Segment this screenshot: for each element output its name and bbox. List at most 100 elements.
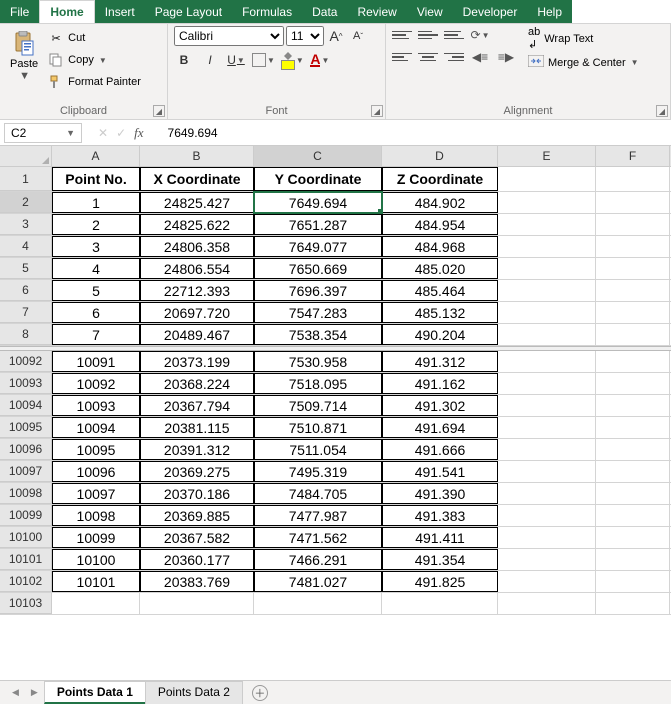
cell-E10096[interactable] (498, 439, 596, 460)
merge-center-button[interactable]: Merge & Center ▼ (528, 55, 639, 70)
cell-F10100[interactable] (596, 527, 670, 548)
cell-F3[interactable] (596, 214, 670, 235)
cell-F4[interactable] (596, 236, 670, 257)
font-size-select[interactable]: 11 (286, 26, 324, 46)
cell-D5[interactable]: 485.020 (382, 258, 498, 279)
cell-C8[interactable]: 7538.354 (254, 324, 382, 345)
fill-color-button[interactable]: ▼ (281, 50, 304, 70)
cell-C2[interactable]: 7649.694 (254, 192, 382, 213)
cell-E5[interactable] (498, 258, 596, 279)
cell-F10101[interactable] (596, 549, 670, 570)
cell-C10097[interactable]: 7495.319 (254, 461, 382, 482)
cell-D10097[interactable]: 491.541 (382, 461, 498, 482)
col-header-D[interactable]: D (382, 146, 498, 166)
cell-A8[interactable]: 7 (52, 324, 140, 345)
cell-E10095[interactable] (498, 417, 596, 438)
cell-F10095[interactable] (596, 417, 670, 438)
menu-tab-help[interactable]: Help (527, 0, 572, 23)
row-header[interactable]: 10098 (0, 483, 52, 504)
cell-E7[interactable] (498, 302, 596, 323)
cell-C1[interactable]: Y Coordinate (254, 167, 382, 191)
cell-B10094[interactable]: 20367.794 (140, 395, 254, 416)
cell-C5[interactable]: 7650.669 (254, 258, 382, 279)
menu-tab-insert[interactable]: Insert (95, 0, 145, 23)
row-header[interactable]: 6 (0, 280, 52, 301)
cell-A1[interactable]: Point No. (52, 167, 140, 191)
cell-F10096[interactable] (596, 439, 670, 460)
cell-D10099[interactable]: 491.383 (382, 505, 498, 526)
cell-B2[interactable]: 24825.427 (140, 192, 254, 213)
cell-B10101[interactable]: 20360.177 (140, 549, 254, 570)
cell-E10103[interactable] (498, 593, 596, 614)
menu-tab-file[interactable]: File (0, 0, 39, 23)
cell-C10092[interactable]: 7530.958 (254, 351, 382, 372)
row-header[interactable]: 10097 (0, 461, 52, 482)
cell-E10102[interactable] (498, 571, 596, 592)
cell-F1[interactable] (596, 167, 670, 191)
menu-tab-developer[interactable]: Developer (453, 0, 528, 23)
cell-D10095[interactable]: 491.694 (382, 417, 498, 438)
cell-B10100[interactable]: 20367.582 (140, 527, 254, 548)
cell-E1[interactable] (498, 167, 596, 191)
cell-B10102[interactable]: 20383.769 (140, 571, 254, 592)
cell-F5[interactable] (596, 258, 670, 279)
cell-C10093[interactable]: 7518.095 (254, 373, 382, 394)
cell-E10093[interactable] (498, 373, 596, 394)
cell-D6[interactable]: 485.464 (382, 280, 498, 301)
increase-font-button[interactable]: A^ (326, 26, 346, 46)
cell-A10095[interactable]: 10094 (52, 417, 140, 438)
cell-A10097[interactable]: 10096 (52, 461, 140, 482)
cell-C10102[interactable]: 7481.027 (254, 571, 382, 592)
cell-B10098[interactable]: 20370.186 (140, 483, 254, 504)
enter-formula-icon[interactable]: ✓ (116, 126, 126, 140)
cell-C10101[interactable]: 7466.291 (254, 549, 382, 570)
row-header[interactable]: 10094 (0, 395, 52, 416)
cell-C3[interactable]: 7651.287 (254, 214, 382, 235)
cell-B5[interactable]: 24806.554 (140, 258, 254, 279)
cell-B4[interactable]: 24806.358 (140, 236, 254, 257)
borders-button[interactable]: ▼ (252, 50, 275, 70)
cell-A10094[interactable]: 10093 (52, 395, 140, 416)
align-right-button[interactable] (444, 48, 464, 66)
cell-E10092[interactable] (498, 351, 596, 372)
cell-A5[interactable]: 4 (52, 258, 140, 279)
cell-F10098[interactable] (596, 483, 670, 504)
cell-F2[interactable] (596, 192, 670, 213)
col-header-B[interactable]: B (140, 146, 254, 166)
cell-C10100[interactable]: 7471.562 (254, 527, 382, 548)
row-header[interactable]: 10103 (0, 593, 52, 614)
cell-A10092[interactable]: 10091 (52, 351, 140, 372)
cell-D4[interactable]: 484.968 (382, 236, 498, 257)
orientation-button[interactable]: ⟳▼ (470, 26, 490, 44)
align-bottom-button[interactable] (444, 26, 464, 44)
cell-E10098[interactable] (498, 483, 596, 504)
cell-C4[interactable]: 7649.077 (254, 236, 382, 257)
format-painter-button[interactable]: Format Painter (46, 72, 143, 92)
cell-A10099[interactable]: 10098 (52, 505, 140, 526)
cell-B10092[interactable]: 20373.199 (140, 351, 254, 372)
align-left-button[interactable] (392, 48, 412, 66)
cell-B6[interactable]: 22712.393 (140, 280, 254, 301)
wrap-text-button[interactable]: ab↲ Wrap Text (528, 26, 639, 51)
paste-button[interactable]: Paste ▼ (6, 26, 42, 103)
cell-D8[interactable]: 490.204 (382, 324, 498, 345)
formula-input[interactable] (160, 126, 671, 140)
menu-tab-data[interactable]: Data (302, 0, 347, 23)
menu-tab-home[interactable]: Home (39, 0, 94, 23)
cell-B10093[interactable]: 20368.224 (140, 373, 254, 394)
row-header[interactable]: 4 (0, 236, 52, 257)
align-top-button[interactable] (392, 26, 412, 44)
cell-A10093[interactable]: 10092 (52, 373, 140, 394)
menu-tab-page-layout[interactable]: Page Layout (145, 0, 232, 23)
cell-E10097[interactable] (498, 461, 596, 482)
cell-F10094[interactable] (596, 395, 670, 416)
font-name-select[interactable]: Calibri (174, 26, 284, 46)
cell-B7[interactable]: 20697.720 (140, 302, 254, 323)
cell-D10103[interactable] (382, 593, 498, 614)
font-color-button[interactable]: A▼ (310, 50, 330, 70)
cell-E6[interactable] (498, 280, 596, 301)
cell-E3[interactable] (498, 214, 596, 235)
cell-E2[interactable] (498, 192, 596, 213)
sheet-tab[interactable]: Points Data 2 (145, 681, 243, 704)
cell-B10095[interactable]: 20381.115 (140, 417, 254, 438)
